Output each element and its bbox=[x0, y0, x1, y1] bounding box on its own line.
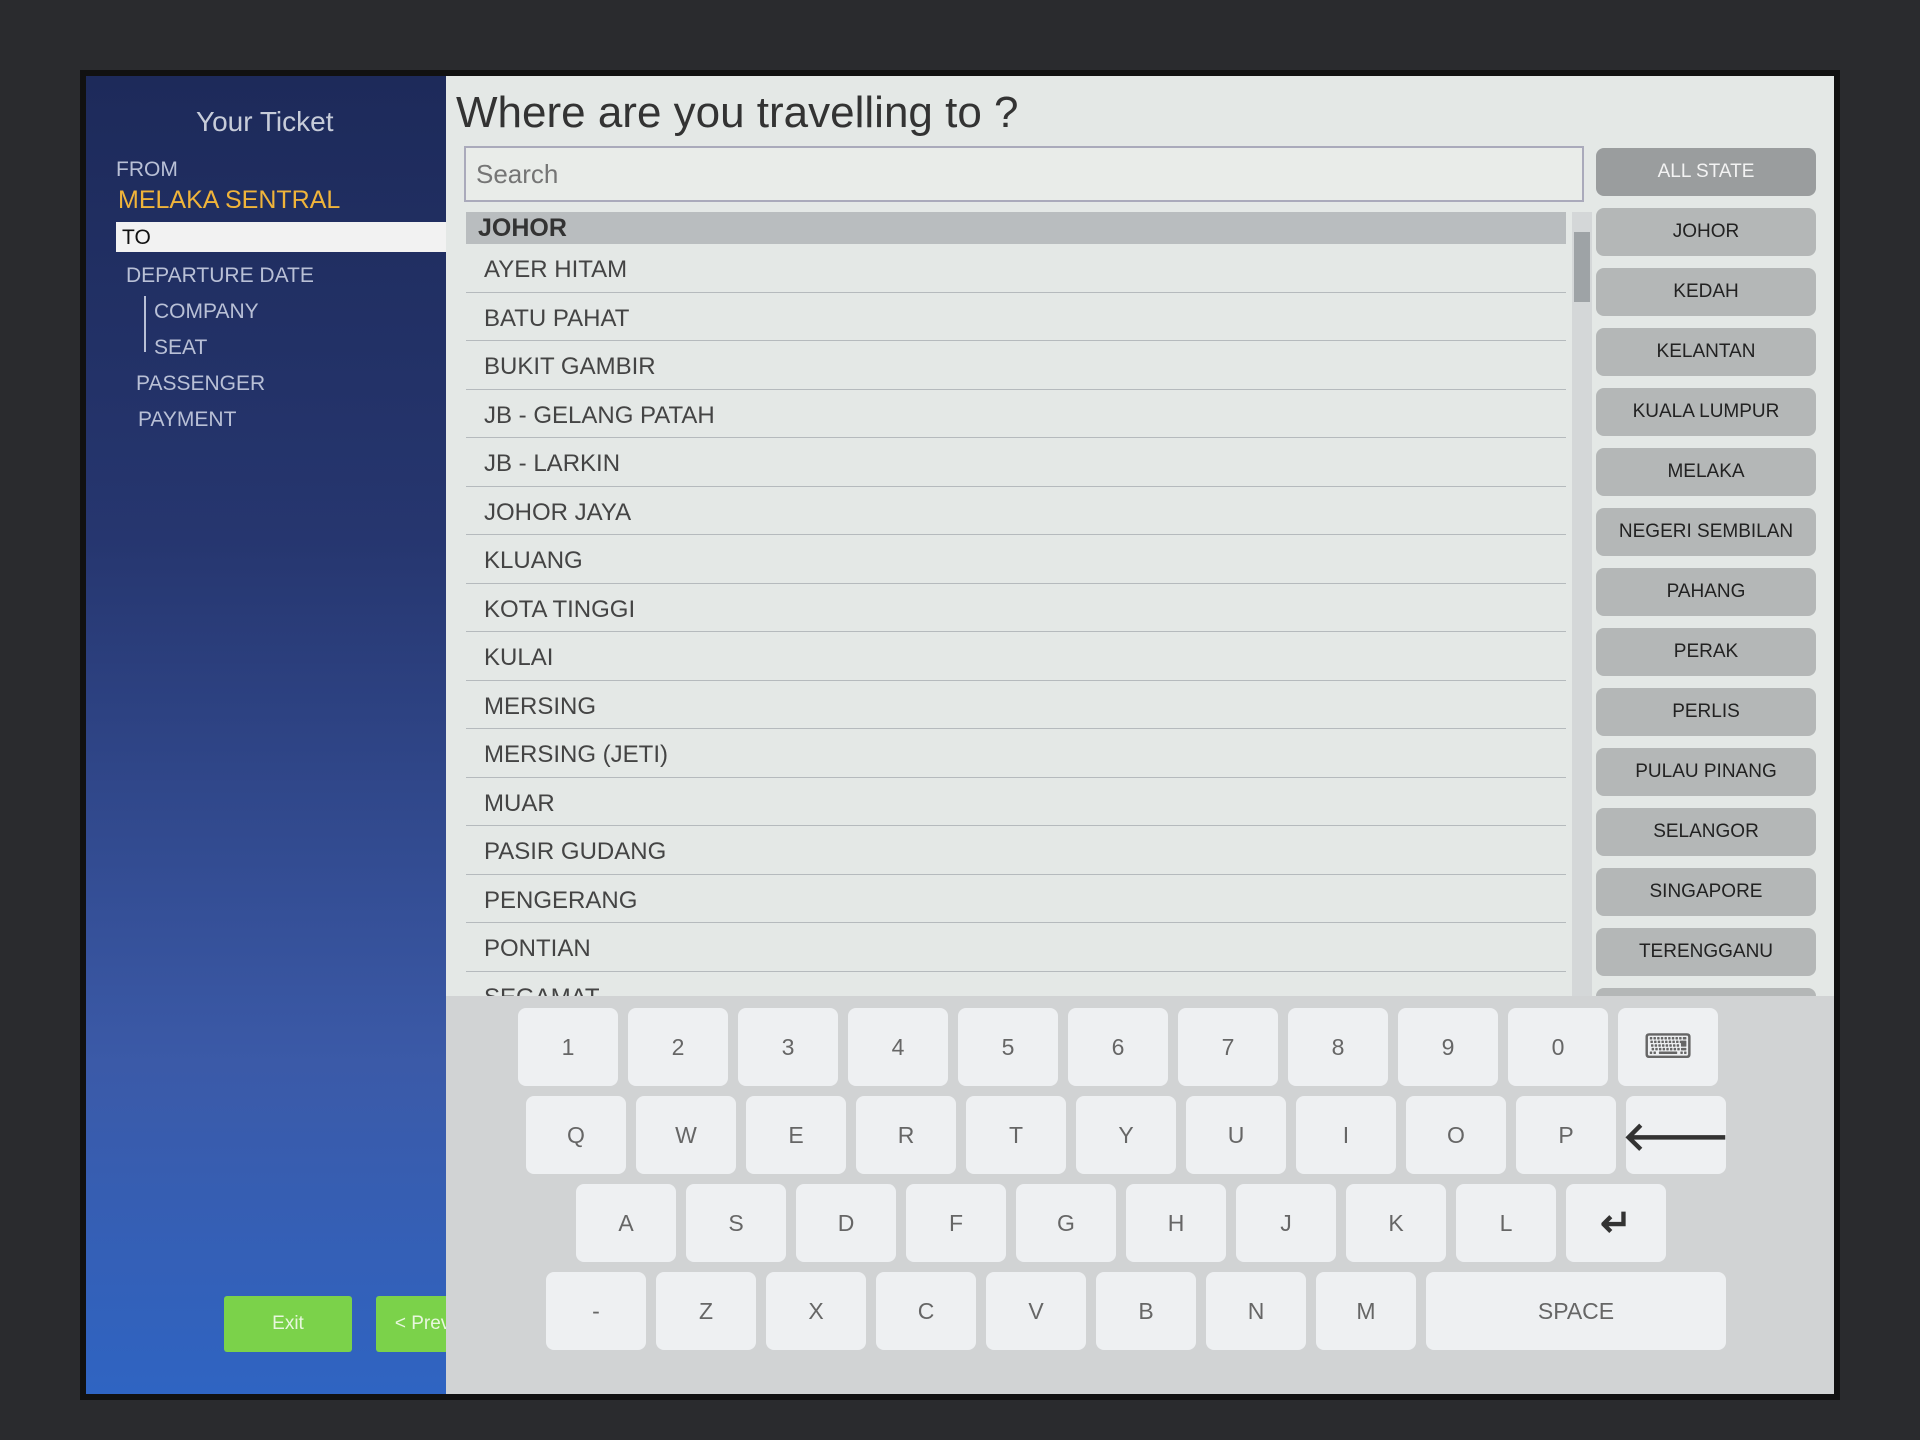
state-button[interactable]: NEGERI SEMBILAN bbox=[1596, 508, 1816, 556]
key[interactable]: O bbox=[1406, 1096, 1506, 1174]
key[interactable]: W bbox=[636, 1096, 736, 1174]
destination-item[interactable]: MERSING (JETI) bbox=[466, 729, 1566, 778]
state-button[interactable]: MELAKA bbox=[1596, 448, 1816, 496]
keyboard-icon: ⌨ bbox=[1643, 1028, 1693, 1066]
state-button[interactable]: PAHANG bbox=[1596, 568, 1816, 616]
state-button[interactable]: JOHOR bbox=[1596, 208, 1816, 256]
key[interactable]: Y bbox=[1076, 1096, 1176, 1174]
destination-item[interactable]: PENGERANG bbox=[466, 875, 1566, 923]
destination-item[interactable]: KULAI bbox=[466, 632, 1566, 681]
enter-button[interactable]: ↵ bbox=[1566, 1184, 1666, 1262]
keyboard-hide-button[interactable]: ⌨ bbox=[1618, 1008, 1718, 1086]
backspace-button[interactable]: 🡐 bbox=[1622, 1096, 1730, 1174]
enter-icon: ↵ bbox=[1600, 1202, 1632, 1245]
key[interactable]: X bbox=[766, 1272, 866, 1350]
key[interactable]: 4 bbox=[848, 1008, 948, 1086]
key[interactable]: R bbox=[856, 1096, 956, 1174]
state-button[interactable]: ALL STATE bbox=[1596, 148, 1816, 196]
destination-item[interactable]: MERSING bbox=[466, 681, 1566, 729]
scrollbar-thumb[interactable] bbox=[1574, 232, 1590, 302]
destination-list: JOHOR AYER HITAM BATU PAHAT BUKIT GAMBIR JB… bbox=[466, 212, 1566, 1002]
key[interactable]: H bbox=[1126, 1184, 1226, 1262]
step-passenger: PASSENGER bbox=[136, 372, 266, 395]
key[interactable]: V bbox=[986, 1272, 1086, 1350]
search-input[interactable] bbox=[464, 146, 1584, 202]
destination-item[interactable]: KOTA TINGGI bbox=[466, 584, 1566, 632]
state-button[interactable]: KELANTAN bbox=[1596, 328, 1816, 376]
state-button[interactable]: KUALA LUMPUR bbox=[1596, 388, 1816, 436]
key[interactable]: Z bbox=[656, 1272, 756, 1350]
destination-item[interactable]: BUKIT GAMBIR bbox=[466, 341, 1566, 390]
key[interactable]: 6 bbox=[1068, 1008, 1168, 1086]
key[interactable]: N bbox=[1206, 1272, 1306, 1350]
key[interactable]: 0 bbox=[1508, 1008, 1608, 1086]
step-seat: SEAT bbox=[154, 336, 208, 359]
state-button[interactable]: SINGAPORE bbox=[1596, 868, 1816, 916]
destination-item[interactable]: KLUANG bbox=[466, 535, 1566, 584]
state-button[interactable]: PULAU PINANG bbox=[1596, 748, 1816, 796]
key[interactable]: 8 bbox=[1288, 1008, 1388, 1086]
key[interactable]: G bbox=[1016, 1184, 1116, 1262]
key[interactable]: P bbox=[1516, 1096, 1616, 1174]
destination-item[interactable]: MUAR bbox=[466, 778, 1566, 826]
page-title: Where are you travelling to ? bbox=[456, 88, 1019, 137]
key[interactable]: J bbox=[1236, 1184, 1336, 1262]
destination-panel: Where are you travelling to ? JOHOR AYER… bbox=[446, 76, 1834, 1394]
group-header-johor: JOHOR bbox=[466, 212, 1566, 244]
state-button[interactable]: KEDAH bbox=[1596, 268, 1816, 316]
key[interactable]: A bbox=[576, 1184, 676, 1262]
key[interactable]: Q bbox=[526, 1096, 626, 1174]
to-label: TO bbox=[116, 222, 446, 252]
key[interactable]: B bbox=[1096, 1272, 1196, 1350]
destination-item[interactable]: PONTIAN bbox=[466, 923, 1566, 972]
key[interactable]: E bbox=[746, 1096, 846, 1174]
key[interactable]: I bbox=[1296, 1096, 1396, 1174]
key[interactable]: S bbox=[686, 1184, 786, 1262]
key[interactable]: T bbox=[966, 1096, 1066, 1174]
key[interactable]: 3 bbox=[738, 1008, 838, 1086]
step-company: COMPANY bbox=[154, 300, 259, 323]
arrow-left-icon: 🡐 bbox=[1622, 1114, 1730, 1159]
destination-item[interactable]: PASIR GUDANG bbox=[466, 826, 1566, 875]
list-scrollbar[interactable] bbox=[1572, 212, 1592, 1002]
key[interactable]: C bbox=[876, 1272, 976, 1350]
exit-button[interactable]: Exit bbox=[224, 1296, 352, 1352]
key[interactable]: M bbox=[1316, 1272, 1416, 1350]
step-departure-date: DEPARTURE DATE bbox=[126, 264, 314, 287]
from-value: MELAKA SENTRAL bbox=[118, 186, 341, 214]
key[interactable]: 5 bbox=[958, 1008, 1058, 1086]
state-button[interactable]: TERENGGANU bbox=[1596, 928, 1816, 976]
state-filter-list: ALL STATE JOHOR KEDAH KELANTAN KUALA LUMPUR M… bbox=[1596, 148, 1816, 1008]
destination-item[interactable]: AYER HITAM bbox=[466, 244, 1566, 293]
key[interactable]: D bbox=[796, 1184, 896, 1262]
key[interactable]: 9 bbox=[1398, 1008, 1498, 1086]
key[interactable]: 7 bbox=[1178, 1008, 1278, 1086]
state-button[interactable]: SELANGOR bbox=[1596, 808, 1816, 856]
destination-item[interactable]: JOHOR JAYA bbox=[466, 487, 1566, 535]
destination-item[interactable]: JB - GELANG PATAH bbox=[466, 390, 1566, 438]
key[interactable]: F bbox=[906, 1184, 1006, 1262]
key[interactable]: - bbox=[546, 1272, 646, 1350]
key[interactable]: L bbox=[1456, 1184, 1556, 1262]
key[interactable]: 2 bbox=[628, 1008, 728, 1086]
destination-item[interactable]: JB - LARKIN bbox=[466, 438, 1566, 487]
ticket-sidebar: Your Ticket FROM MELAKA SENTRAL TO DEPAR… bbox=[86, 76, 506, 1394]
sidebar-title: Your Ticket bbox=[196, 106, 334, 137]
kiosk-screen: Your Ticket FROM MELAKA SENTRAL TO DEPAR… bbox=[80, 70, 1840, 1400]
state-button[interactable]: PERAK bbox=[1596, 628, 1816, 676]
from-label: FROM bbox=[116, 158, 178, 181]
on-screen-keyboard: 1 2 3 4 5 6 7 8 9 0 ⌨ Q W E R T Y U I O P 🡐 A S D F G H J K L ↵ -ZXCV… bbox=[446, 996, 1834, 1394]
key[interactable]: U bbox=[1186, 1096, 1286, 1174]
key[interactable]: K bbox=[1346, 1184, 1446, 1262]
state-button[interactable]: PERLIS bbox=[1596, 688, 1816, 736]
step-payment: PAYMENT bbox=[138, 408, 237, 431]
space-key[interactable]: SPACE bbox=[1426, 1272, 1726, 1350]
destination-item[interactable]: BATU PAHAT bbox=[466, 293, 1566, 341]
step-divider bbox=[144, 296, 146, 352]
key[interactable]: 1 bbox=[518, 1008, 618, 1086]
